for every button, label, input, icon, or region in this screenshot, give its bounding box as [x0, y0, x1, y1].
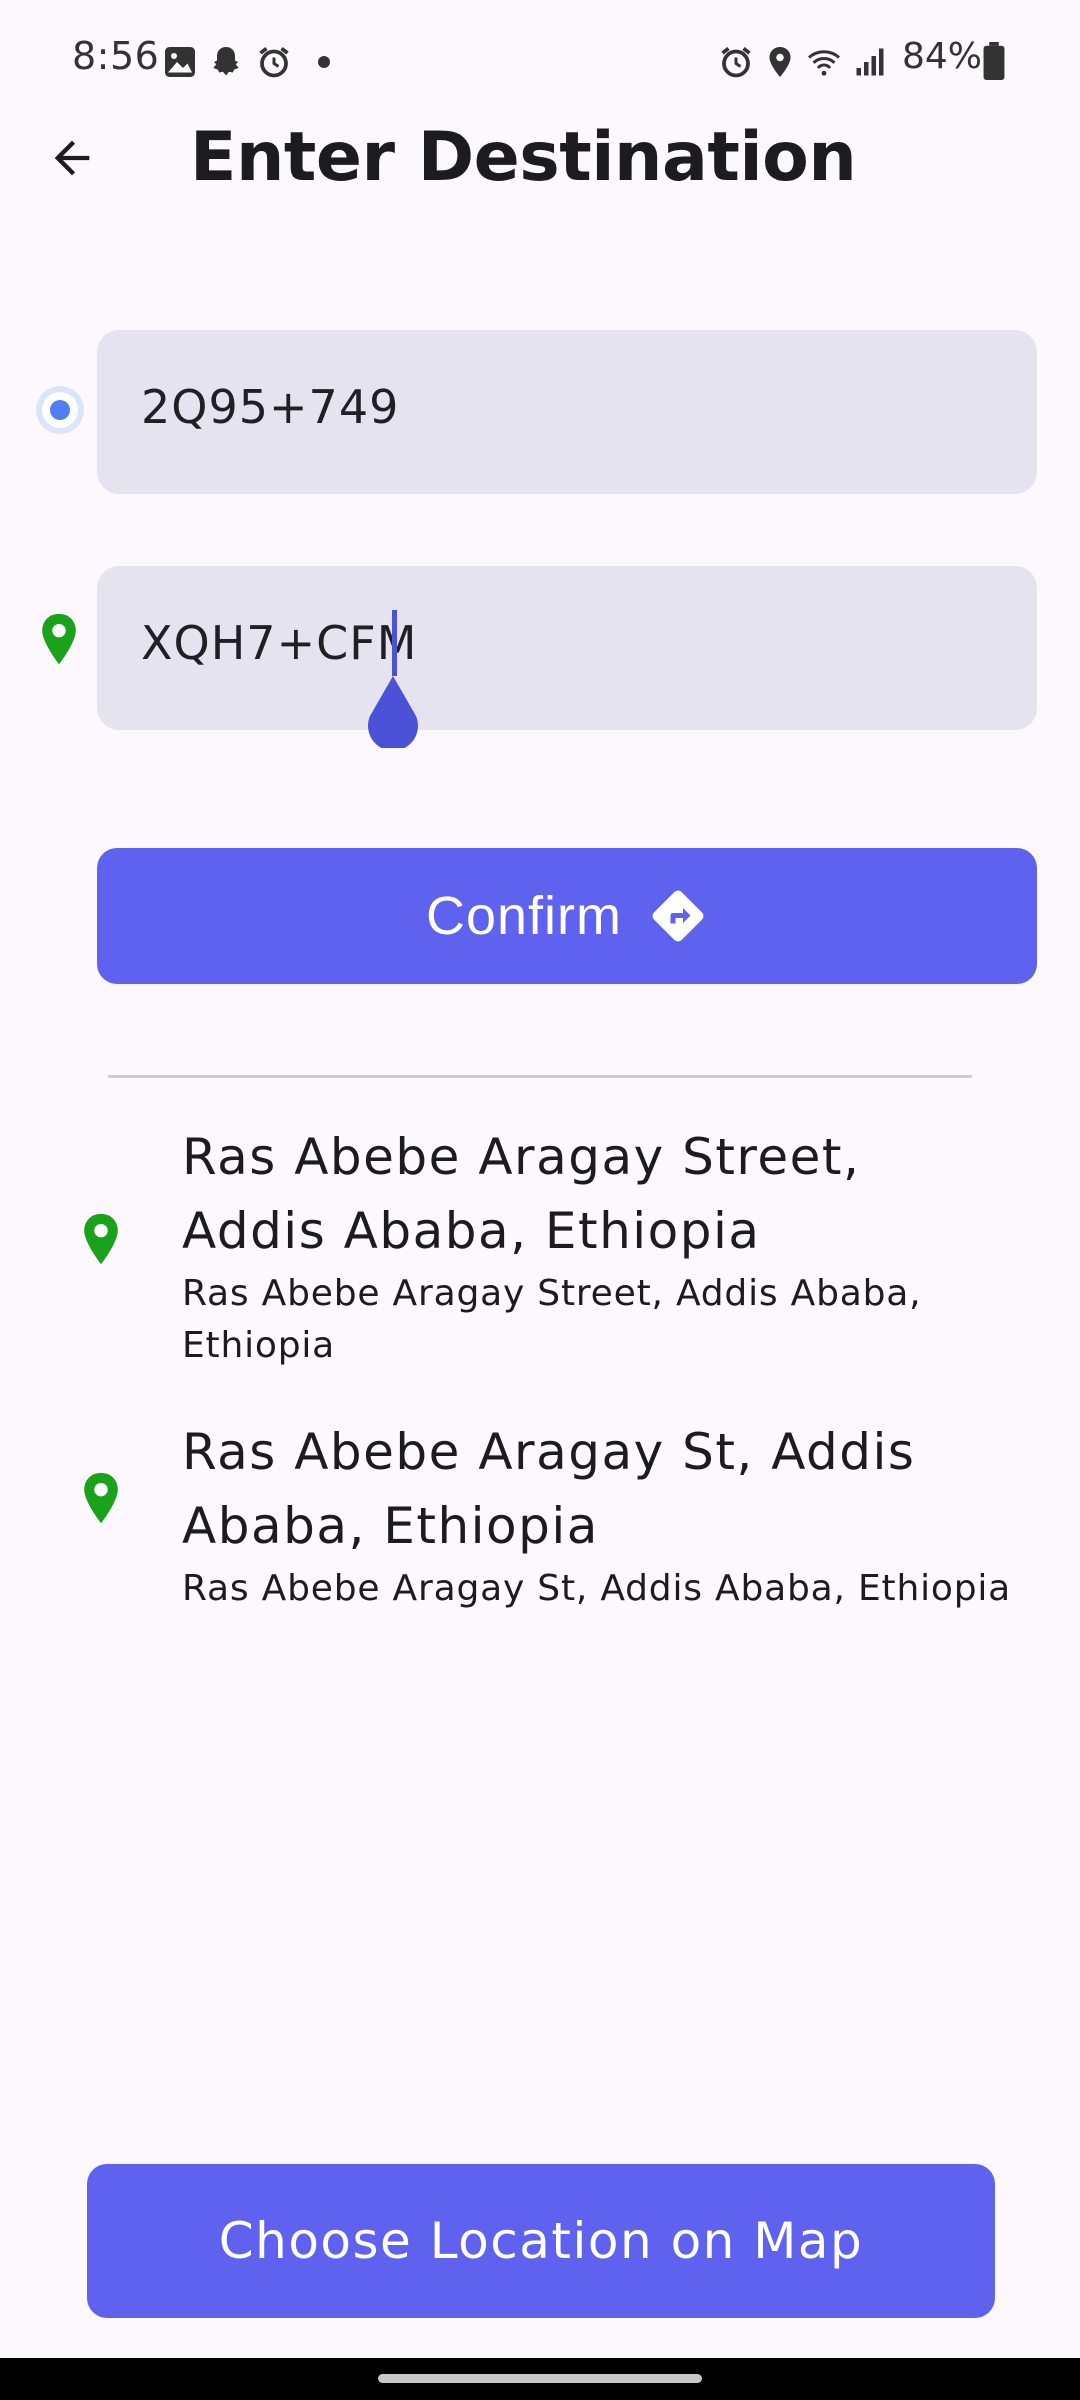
destination-pin-icon	[42, 613, 76, 665]
confirm-button[interactable]: Confirm	[97, 848, 1037, 984]
image-icon	[165, 47, 195, 77]
suggestion-title: Ras Abebe Aragay Street, Addis Ababa, Et…	[182, 1128, 861, 1260]
location-pin-icon	[84, 1213, 118, 1265]
status-time: 8:56	[72, 34, 160, 78]
text-cursor-handle[interactable]	[364, 672, 422, 748]
destination-input-value: XQH7+CFM	[141, 616, 418, 670]
choose-location-on-map-button[interactable]: Choose Location on Map	[87, 2164, 995, 2318]
page-title: Enter Destination	[190, 118, 857, 197]
signal-icon	[856, 48, 884, 76]
alarm-icon	[721, 47, 751, 78]
battery-icon	[983, 42, 1005, 80]
location-pin-icon	[84, 1472, 118, 1524]
location-icon	[769, 47, 791, 77]
suggestion-item[interactable]: Ras Abebe Aragay Street, Addis Ababa, Et…	[0, 1120, 1080, 1370]
origin-input-value: 2Q95+749	[141, 380, 400, 434]
divider	[108, 1075, 972, 1078]
alarm-icon	[259, 47, 289, 78]
suggestion-item[interactable]: Ras Abebe Aragay St, Addis Ababa, Ethiop…	[0, 1415, 1080, 1615]
battery-percent: 84%	[902, 36, 983, 77]
suggestion-subtitle: Ras Abebe Aragay Street, Addis Ababa, Et…	[182, 1273, 922, 1366]
directions-icon	[652, 890, 704, 942]
status-bar: 8:56 84%	[0, 0, 1080, 120]
confirm-button-label: Confirm	[425, 886, 623, 946]
dot-icon	[318, 56, 330, 68]
map-button-label: Choose Location on Map	[218, 2212, 864, 2270]
origin-input[interactable]: 2Q95+749	[97, 330, 1037, 494]
suggestion-title: Ras Abebe Aragay St, Addis Ababa, Ethiop…	[182, 1423, 916, 1555]
wifi-icon	[808, 50, 840, 76]
destination-input[interactable]: XQH7+CFM	[97, 566, 1037, 730]
arrow-back-icon	[54, 140, 90, 176]
suggestion-subtitle: Ras Abebe Aragay St, Addis Ababa, Ethiop…	[182, 1568, 1012, 1609]
current-location-icon	[36, 386, 84, 434]
snapchat-icon	[213, 47, 239, 76]
home-indicator[interactable]	[378, 2374, 702, 2383]
text-cursor	[392, 610, 397, 676]
back-button[interactable]	[36, 122, 108, 194]
